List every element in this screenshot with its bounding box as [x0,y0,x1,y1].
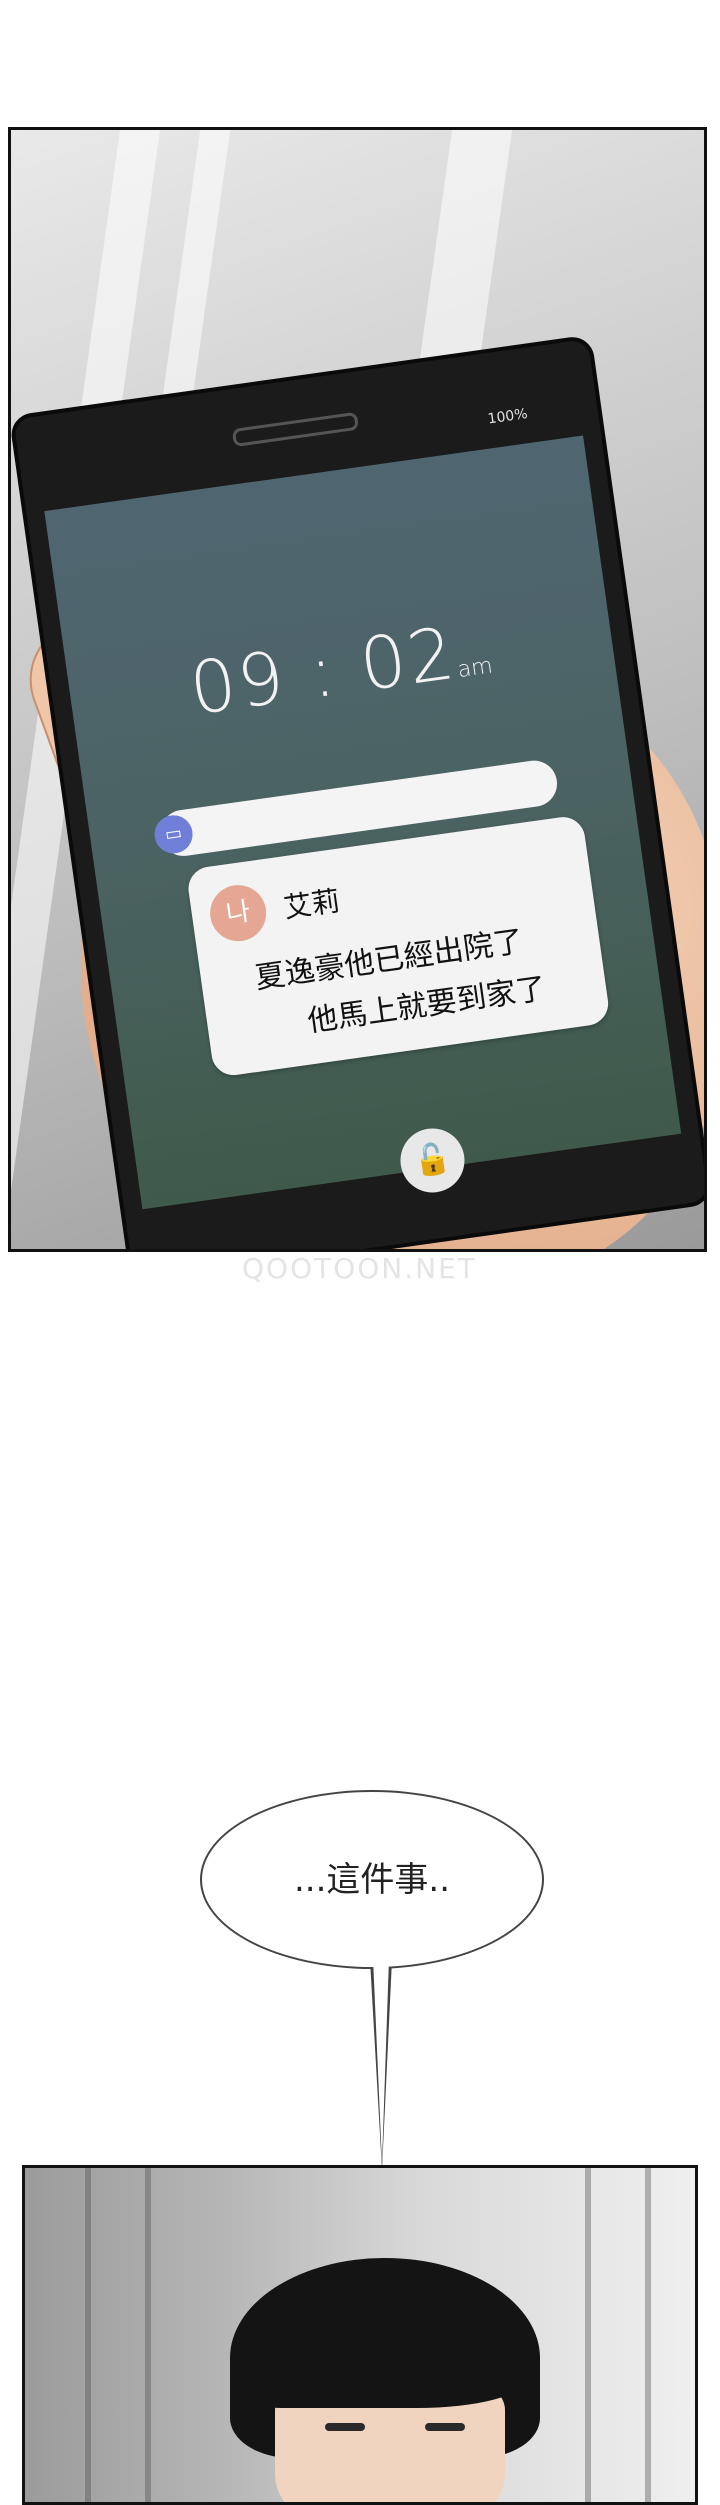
window-stripe [585,2168,591,2502]
clock-time: 09 : 02 [184,610,462,732]
window-stripe [645,2168,651,2502]
notification-sender: 艾莉 [281,884,342,925]
message-notification[interactable]: 나 艾莉 夏逸豪他已經出院了 他馬上就要到家了 [185,814,611,1078]
curtain-stripe [85,2168,91,2502]
character-eye [425,2423,465,2431]
panel-phone: 100% ●●●●● 09 : 02am ▭ 나 艾莉 夏逸豪他已經出院了 他馬… [8,127,707,1252]
phone-speaker [231,411,360,448]
lock-screen: 09 : 02am ▭ 나 艾莉 夏逸豪他已經出院了 他馬上就要到家了 🔓 [44,435,682,1210]
clock-ampm: am [456,653,495,684]
avatar: 나 [206,881,270,945]
character-eye [325,2423,365,2431]
battery-indicator: 100% [486,406,529,428]
speech-bubble-tail-fill [373,1958,389,2163]
speech-bubble: ...這件事.. [200,1790,544,1969]
speech-bubble-text: ...這件事.. [293,1860,451,1900]
panel-character [22,2165,698,2505]
curtain-stripe [145,2168,151,2502]
smartphone: 100% ●●●●● 09 : 02am ▭ 나 艾莉 夏逸豪他已經出院了 他馬… [13,338,704,1249]
unlock-icon[interactable]: 🔓 [396,1124,469,1197]
chat-icon: ▭ [152,812,196,856]
lock-screen-clock: 09 : 02am [185,606,496,731]
watermark: QOOTOON.NET [242,1252,477,1285]
character-fringe [255,2338,525,2408]
